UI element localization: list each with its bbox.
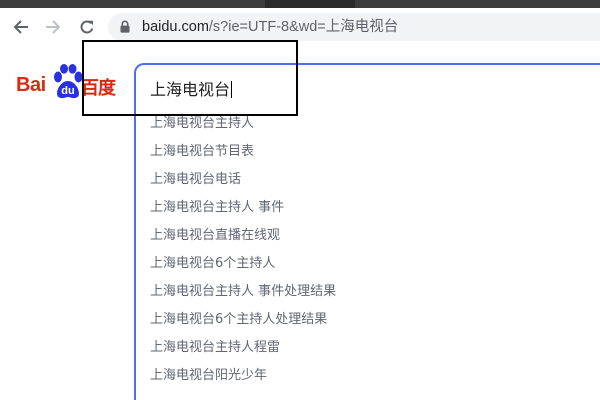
search-query-text[interactable]: 上海电视台 bbox=[150, 76, 233, 100]
address-bar[interactable]: baidu.com/s?ie=UTF-8&wd=上海电视台 bbox=[108, 13, 600, 41]
url-path: /s?ie=UTF-8&wd=上海电视台 bbox=[208, 19, 399, 35]
back-button[interactable] bbox=[10, 16, 32, 38]
suggestion-item[interactable]: 上海电视台6个主持人 bbox=[150, 255, 336, 283]
browser-tab-strip bbox=[0, 0, 600, 8]
suggestion-item[interactable]: 上海电视台阳光少年 bbox=[150, 367, 336, 395]
forward-button[interactable] bbox=[42, 16, 64, 38]
text-caret bbox=[231, 81, 233, 98]
search-input[interactable]: 上海电视台 bbox=[134, 63, 600, 109]
url-host: baidu.com bbox=[142, 19, 209, 35]
active-tab-edge[interactable] bbox=[265, 0, 355, 8]
arrow-right-icon bbox=[46, 20, 61, 34]
logo-text-latin: Bai bbox=[16, 74, 46, 96]
suggestion-item[interactable]: 上海电视台直播在线观 bbox=[150, 227, 336, 255]
lock-icon[interactable] bbox=[120, 20, 130, 33]
suggestion-item[interactable]: 上海电视台节目表 bbox=[150, 143, 336, 171]
search-query-value: 上海电视台 bbox=[150, 80, 231, 99]
suggestion-item[interactable]: 上海电视台主持人 事件处理结果 bbox=[150, 283, 336, 311]
suggestion-dropdown: 上海电视台主持人 上海电视台节目表 上海电视台电话 上海电视台主持人 事件 上海… bbox=[134, 107, 600, 400]
reload-button[interactable] bbox=[76, 16, 98, 38]
baidu-logo[interactable]: Bai du 百度 bbox=[15, 64, 119, 104]
suggestion-item[interactable]: 上海电视台6个主持人处理结果 bbox=[150, 311, 336, 339]
logo-text-chinese: 百度 bbox=[81, 78, 116, 99]
arrow-left-icon bbox=[13, 20, 28, 34]
url-text[interactable]: baidu.com/s?ie=UTF-8&wd=上海电视台 bbox=[142, 17, 398, 37]
logo-text-du: du bbox=[61, 85, 75, 97]
suggestion-item[interactable]: 上海电视台电话 bbox=[150, 171, 336, 199]
browser-toolbar: baidu.com/s?ie=UTF-8&wd=上海电视台 bbox=[0, 8, 600, 46]
suggestion-item[interactable]: 上海电视台主持人 bbox=[150, 115, 336, 143]
suggestion-item[interactable]: 上海电视台主持人程雷 bbox=[150, 339, 336, 367]
paw-icon bbox=[54, 64, 83, 99]
suggestion-list: 上海电视台主持人 上海电视台节目表 上海电视台电话 上海电视台主持人 事件 上海… bbox=[150, 115, 336, 395]
suggestion-item[interactable]: 上海电视台主持人 事件 bbox=[150, 199, 336, 227]
reload-icon bbox=[80, 20, 94, 34]
